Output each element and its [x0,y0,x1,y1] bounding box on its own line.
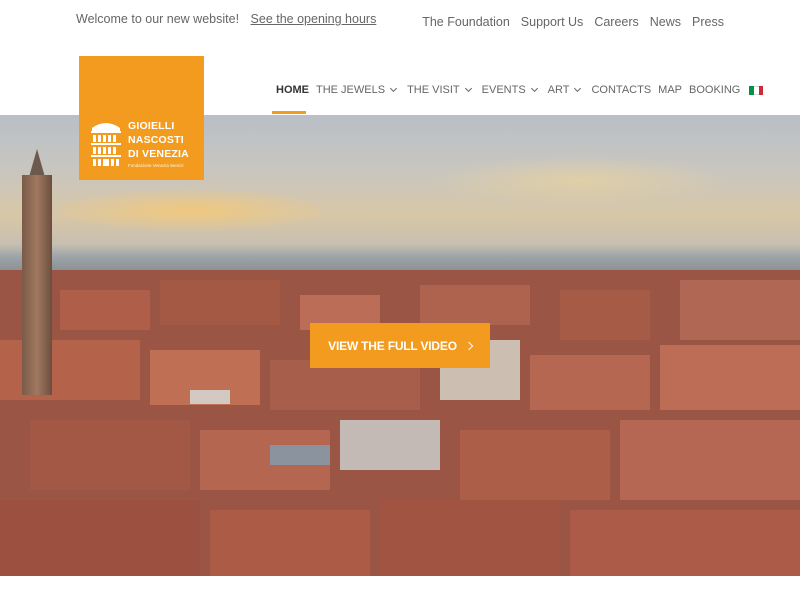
nav-item-label: EVENTS [481,84,526,96]
opening-hours-link[interactable]: See the opening hours [251,12,377,26]
chevron-down-icon [574,84,582,93]
logo-line-3: DI VENEZIA [128,148,189,160]
chevron-down-icon [530,84,538,93]
top-link-news[interactable]: News [650,15,681,29]
building-facade-icon [91,123,121,166]
top-link-press[interactable]: Press [692,15,724,29]
nav-item-label: CONTACTS [591,84,652,96]
nav-item-label: BOOKING [689,84,741,96]
nav-item-map[interactable]: MAP [658,83,682,97]
page-bottom [0,576,800,600]
nav-item-booking[interactable]: BOOKING [689,83,740,97]
nav-item-art[interactable]: ART [548,83,585,97]
top-link-support-us[interactable]: Support Us [521,15,584,29]
main-navigation: HOME THE JEWELS THE VISIT EVENTS ART CON… [276,83,770,97]
nav-item-contacts[interactable]: CONTACTS [591,83,651,97]
view-full-video-button[interactable]: VIEW THE FULL VIDEO [310,323,490,368]
top-links: The Foundation Support Us Careers News P… [422,15,724,29]
nav-item-label: THE JEWELS [316,84,386,96]
chevron-down-icon [464,84,472,93]
bell-tower [22,175,52,395]
language-switch[interactable] [747,83,764,97]
nav-item-label: MAP [658,84,682,96]
chevron-right-icon [464,341,474,350]
sky-glow [430,155,730,205]
chevron-down-icon [390,84,398,93]
top-link-foundation[interactable]: The Foundation [422,15,510,29]
nav-item-the-jewels[interactable]: THE JEWELS [316,83,400,97]
welcome-text: Welcome to our new website! [76,12,240,26]
logo-line-1: GIOIELLI [128,120,175,132]
sunset-glow [60,190,320,230]
nav-item-label: HOME [276,84,309,96]
nav-item-label: ART [547,84,570,96]
logo-line-2: NASCOSTI [128,134,184,146]
site-logo[interactable]: GIOIELLI NASCOSTI DI VENEZIA Fondazione … [79,56,204,180]
bell-tower-spire [29,149,45,177]
nav-item-label: THE VISIT [407,84,460,96]
top-bar: Welcome to our new website! See the open… [0,0,800,45]
nav-item-events[interactable]: EVENTS [482,83,541,97]
top-link-careers[interactable]: Careers [594,15,638,29]
welcome-message: Welcome to our new website! See the open… [76,12,376,26]
nav-item-home[interactable]: HOME [276,83,309,97]
nav-item-the-visit[interactable]: THE VISIT [407,83,475,97]
cta-label: VIEW THE FULL VIDEO [328,338,457,353]
italian-flag-icon [749,85,764,95]
venice-rooftops-image [0,270,800,576]
active-nav-indicator [272,111,306,114]
logo-subtitle: Fondazione Venezia Servizi [128,163,184,168]
